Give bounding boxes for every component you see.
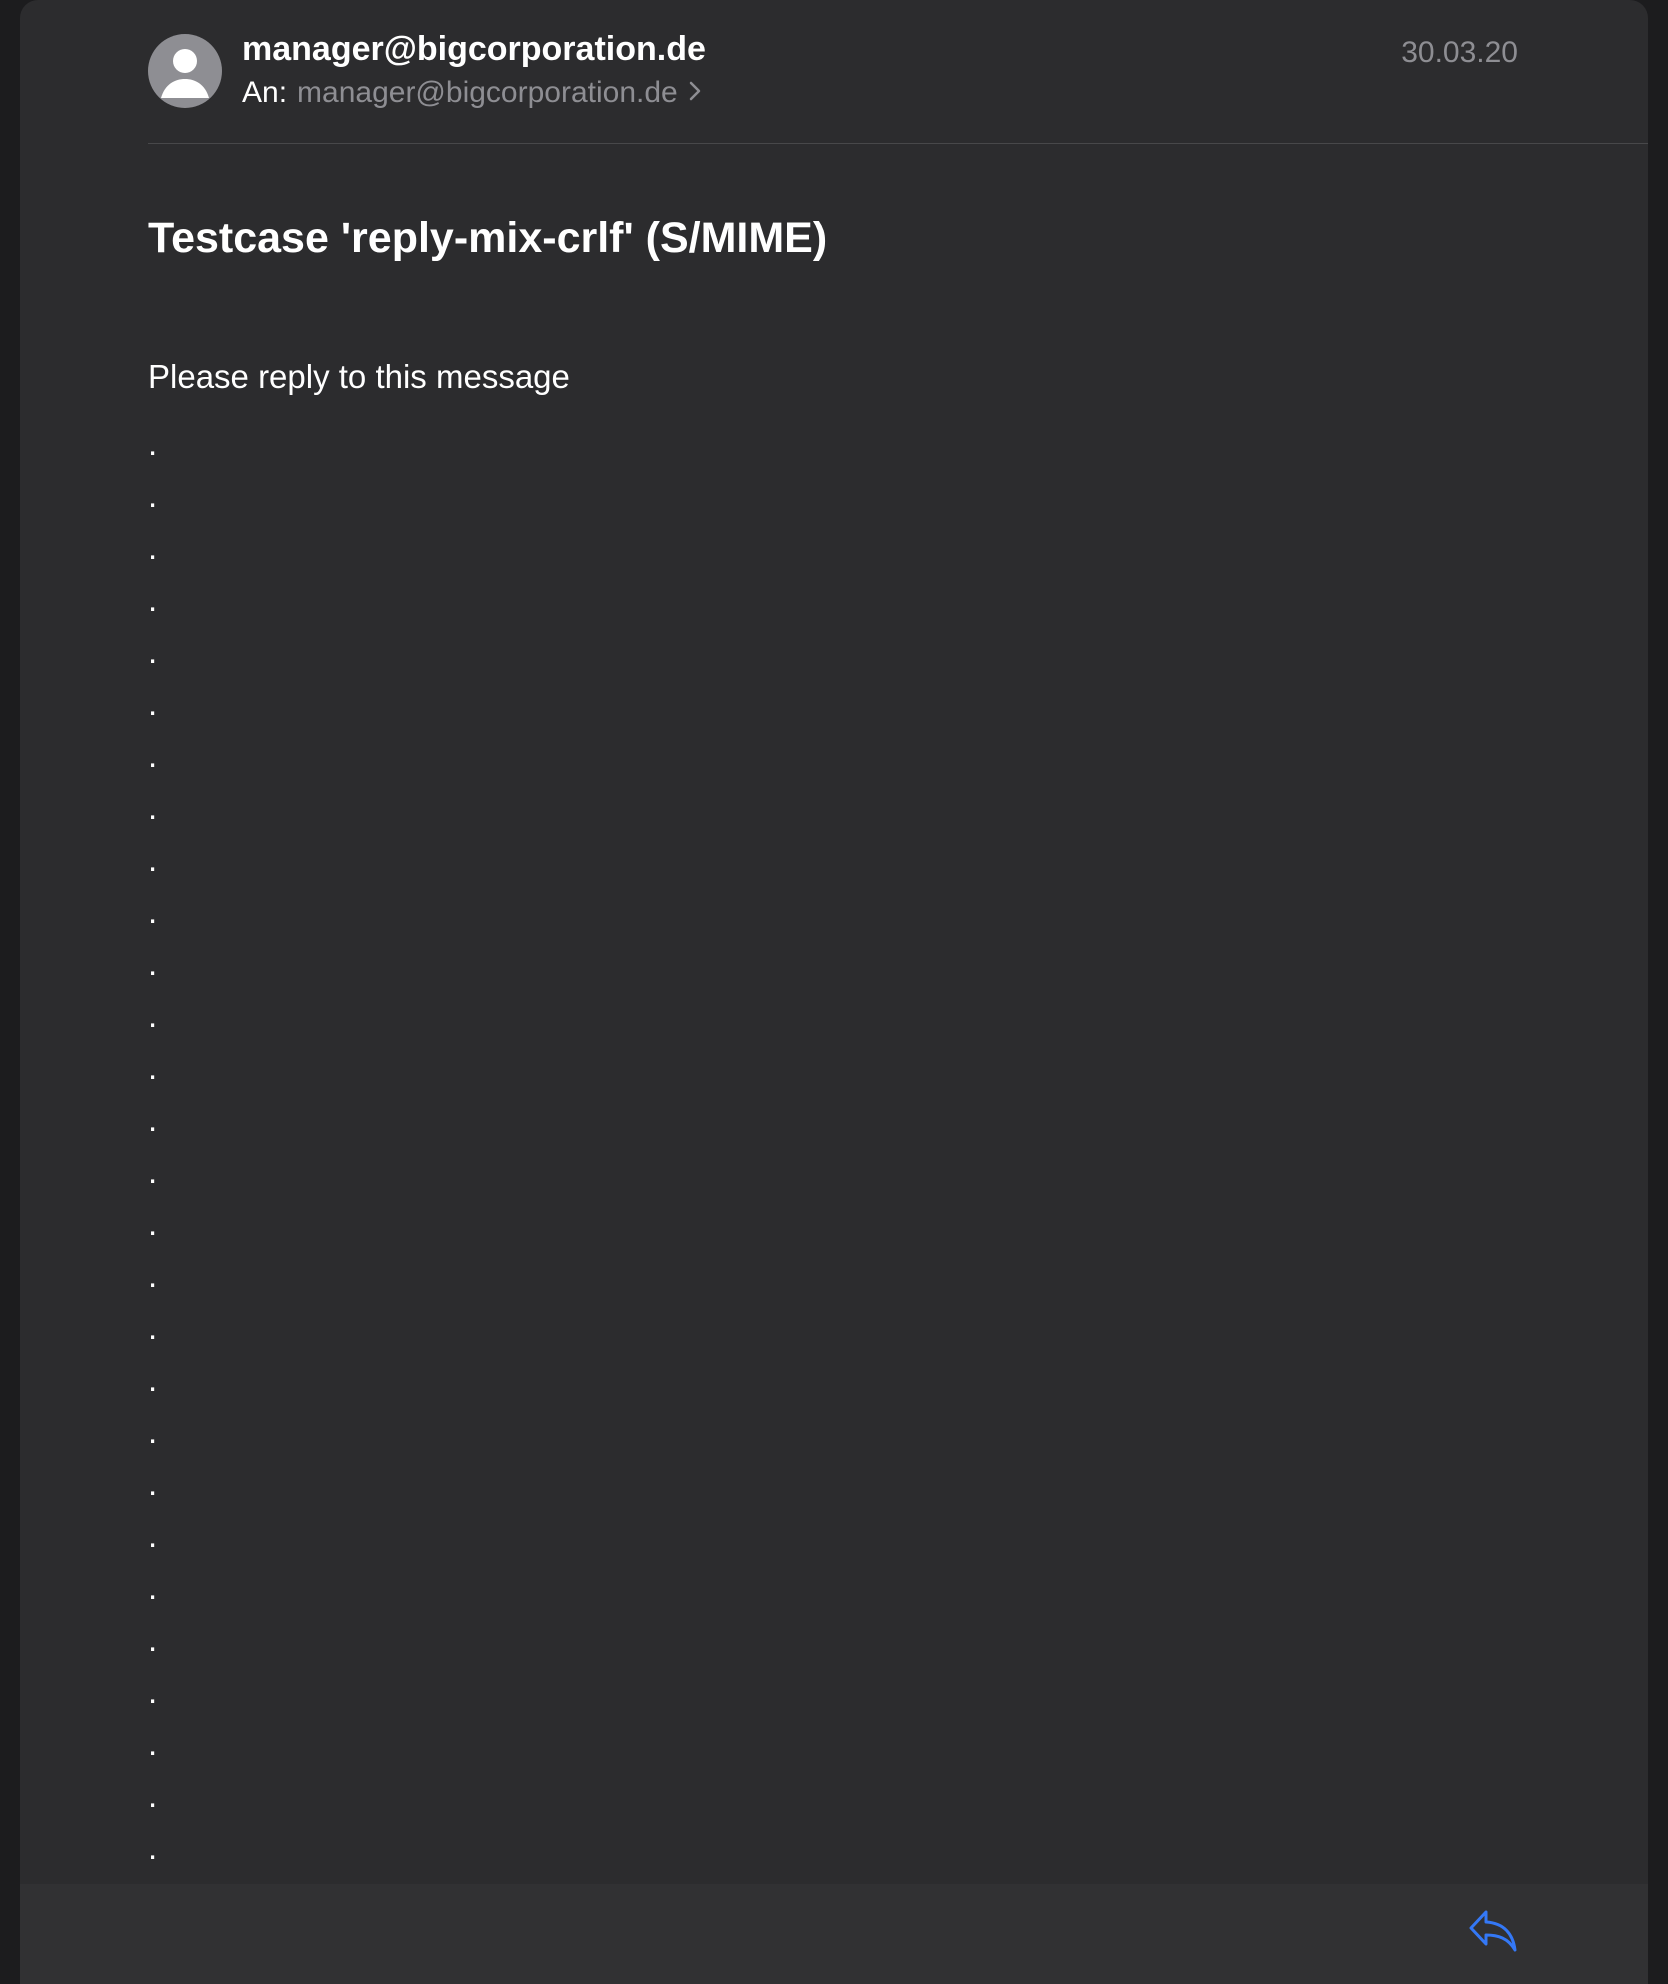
body-dot-line: . xyxy=(148,1621,158,1658)
body-dot-line: . xyxy=(148,1205,158,1242)
body-dot-line: . xyxy=(148,1569,158,1606)
body-dot-line: . xyxy=(148,633,158,670)
body-dot-line: . xyxy=(148,1777,158,1814)
person-placeholder-icon xyxy=(161,49,209,98)
message-date: 30.03.20 xyxy=(1401,36,1518,69)
body-dot-line: . xyxy=(148,945,158,982)
body-dot-line: . xyxy=(148,1517,158,1554)
recipient-address[interactable]: manager@bigcorporation.de xyxy=(297,76,678,110)
body-dot-line: . xyxy=(148,1829,158,1866)
sender-address[interactable]: manager@bigcorporation.de xyxy=(242,30,706,69)
body-dot-line: . xyxy=(148,1413,158,1450)
body-dot-line: . xyxy=(148,477,158,514)
body-dot-line: . xyxy=(148,425,158,462)
body-dot-line: . xyxy=(148,1101,158,1138)
recipients-line[interactable]: An: manager@bigcorporation.de xyxy=(242,76,702,110)
sender-avatar[interactable] xyxy=(148,34,222,108)
body-dot-line: . xyxy=(148,737,158,774)
body-dot-line: . xyxy=(148,789,158,826)
message-body-text: Please reply to this message xyxy=(148,358,570,395)
chevron-right-icon[interactable] xyxy=(688,76,702,110)
to-label: An: xyxy=(242,76,288,109)
body-dot-line: . xyxy=(148,581,158,618)
body-dot-line: . xyxy=(148,1153,158,1190)
reply-button[interactable] xyxy=(1466,1906,1520,1956)
body-dot-line: . xyxy=(148,1465,158,1502)
body-dot-line: . xyxy=(148,1257,158,1294)
body-dot-line: . xyxy=(148,841,158,878)
bottom-toolbar xyxy=(20,1884,1648,1984)
body-dot-line: . xyxy=(148,685,158,722)
body-dot-line: . xyxy=(148,1725,158,1762)
message-header: manager@bigcorporation.de An: manager@bi… xyxy=(20,0,1648,144)
body-dot-line: . xyxy=(148,529,158,566)
body-dot-line: . xyxy=(148,893,158,930)
body-dot-line: . xyxy=(148,1309,158,1346)
message-subject: Testcase 'reply-mix-crlf' (S/MIME) xyxy=(148,214,828,262)
body-dot-line: . xyxy=(148,997,158,1034)
body-dot-line: . xyxy=(148,1673,158,1710)
header-divider xyxy=(148,143,1648,144)
reply-arrow-icon xyxy=(1469,1910,1517,1952)
message-body-dots: ............................ xyxy=(148,418,188,1874)
body-dot-line: . xyxy=(148,1049,158,1086)
body-dot-line: . xyxy=(148,1361,158,1398)
mail-message-sheet: manager@bigcorporation.de An: manager@bi… xyxy=(20,0,1648,1984)
